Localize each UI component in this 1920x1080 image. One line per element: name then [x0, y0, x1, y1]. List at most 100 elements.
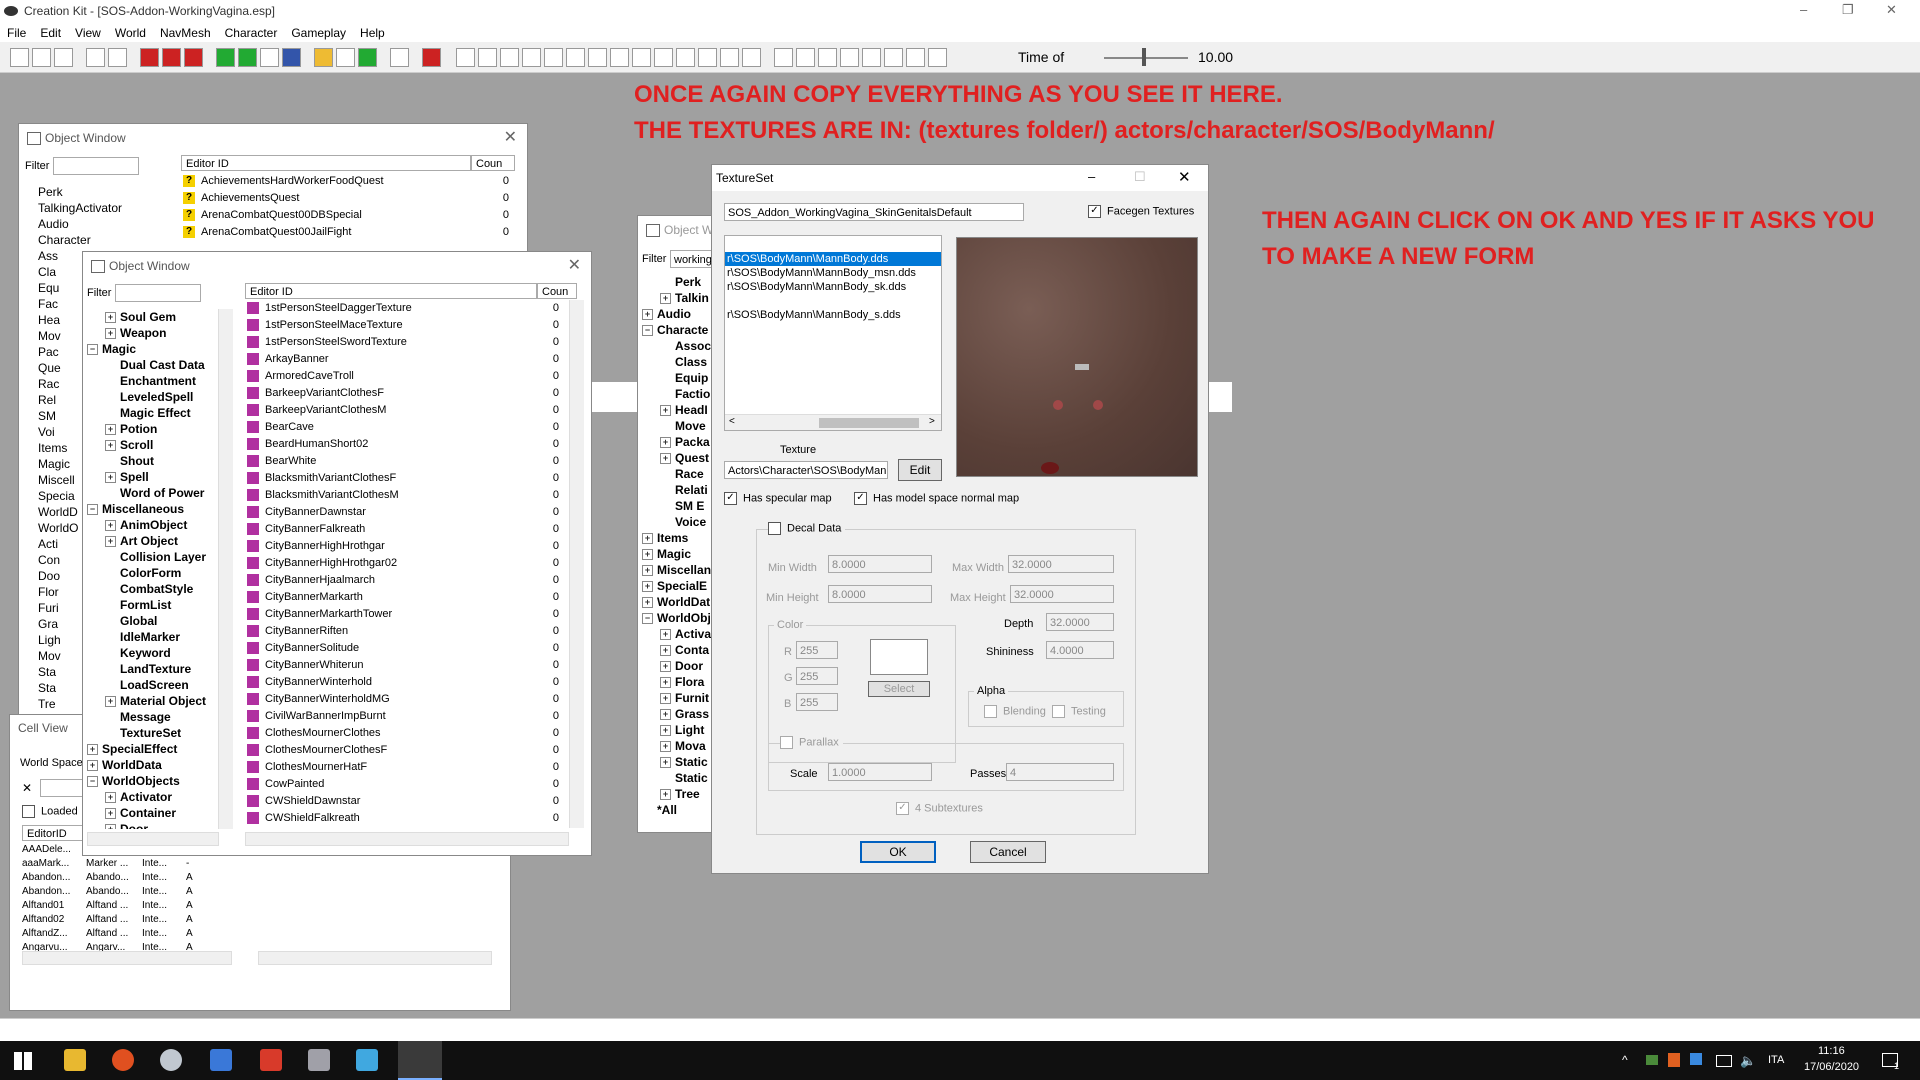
tool-icon-21[interactable]: [906, 48, 925, 67]
tree-item[interactable]: + SpecialEffect: [87, 741, 227, 757]
expand-icon[interactable]: +: [660, 709, 671, 721]
tool-icon-6[interactable]: [566, 48, 585, 67]
expand-icon[interactable]: +: [105, 424, 116, 436]
expand-icon[interactable]: +: [660, 453, 671, 465]
tree-item[interactable]: + Conta: [642, 642, 716, 658]
list-item[interactable]: BarkeepVariantClothesF 0: [245, 385, 565, 402]
tree-item[interactable]: + Light: [642, 722, 716, 738]
expand-icon[interactable]: +: [660, 693, 671, 705]
marker-icon[interactable]: [336, 48, 355, 67]
tree-item[interactable]: FormList: [87, 597, 227, 613]
tree-item[interactable]: Perk: [642, 274, 716, 290]
scale-input[interactable]: 1.0000: [828, 763, 932, 781]
table-row[interactable]: AlftandZ... Alftand ... Inte... A: [22, 927, 232, 941]
menu-world[interactable]: World: [108, 24, 153, 42]
tool-icon-5[interactable]: [544, 48, 563, 67]
passes-input[interactable]: 4: [1006, 763, 1114, 781]
speech-icon[interactable]: [390, 48, 409, 67]
expand-icon[interactable]: +: [105, 808, 116, 820]
tree-item[interactable]: + Static: [642, 754, 716, 770]
tree-item[interactable]: Enchantment: [87, 373, 227, 389]
list-item[interactable]: ? AchievementsQuest 0: [181, 190, 515, 207]
texture-list-hscroll[interactable]: < >: [725, 414, 941, 430]
texture-slot[interactable]: r\SOS\BodyMann\MannBody_msn.dds: [725, 266, 941, 280]
expand-icon[interactable]: +: [642, 549, 653, 561]
start-icon[interactable]: [14, 1052, 32, 1070]
collapse-icon[interactable]: −: [87, 504, 98, 516]
tree-item[interactable]: − Magic: [87, 341, 227, 357]
editor-id-input[interactable]: SOS_Addon_WorkingVagina_SkinGenitalsDefa…: [724, 203, 1024, 221]
list-item[interactable]: 1stPersonSteelMaceTexture 0: [245, 317, 565, 334]
scroll-left-icon[interactable]: <: [729, 416, 735, 427]
tree-item[interactable]: Shout: [87, 453, 227, 469]
list-item[interactable]: BlacksmithVariantClothesM 0: [245, 487, 565, 504]
list-item[interactable]: ArmoredCaveTroll 0: [245, 368, 565, 385]
tree-item[interactable]: + Soul Gem: [87, 309, 227, 325]
tree-item[interactable]: Relati: [642, 482, 716, 498]
list-item[interactable]: ? AchievementsHardWorkerFoodQuest 0: [181, 173, 515, 190]
maximize-button[interactable]: ☐: [1134, 169, 1146, 185]
column-count[interactable]: Coun: [537, 283, 577, 299]
list-item[interactable]: CityBannerWinterholdMG 0: [245, 691, 565, 708]
menu-gameplay[interactable]: Gameplay: [284, 24, 353, 42]
tree-item[interactable]: + Magic: [642, 546, 716, 562]
loaded-checkbox[interactable]: Loaded: [22, 805, 78, 818]
max-width-input[interactable]: 32.0000: [1008, 555, 1114, 573]
texture-slot[interactable]: r\SOS\BodyMann\MannBody_s.dds: [725, 308, 941, 322]
texture-slot[interactable]: r\SOS\BodyMann\MannBody_sk.dds: [725, 280, 941, 294]
list-item[interactable]: CityBannerMarkarth 0: [245, 589, 565, 606]
tool-icon-19[interactable]: [862, 48, 881, 67]
list-item[interactable]: BarkeepVariantClothesM 0: [245, 402, 565, 419]
tray-icon-3[interactable]: [1690, 1053, 1702, 1065]
list-hscroll[interactable]: [245, 832, 569, 846]
tree-item[interactable]: Dual Cast Data: [87, 357, 227, 373]
r-spinner[interactable]: 255: [796, 641, 838, 659]
g-spinner[interactable]: 255: [796, 667, 838, 685]
list-vscroll[interactable]: [569, 300, 584, 828]
tree-item[interactable]: Keyword: [87, 645, 227, 661]
tree-item[interactable]: + SpecialE: [642, 578, 716, 594]
expand-icon[interactable]: +: [660, 741, 671, 753]
blending-checkbox[interactable]: Blending: [984, 705, 1046, 718]
tool-icon-22[interactable]: [928, 48, 947, 67]
list-item[interactable]: ClothesMournerClothesF 0: [245, 742, 565, 759]
tree-item[interactable]: Equip: [642, 370, 716, 386]
expand-icon[interactable]: +: [660, 757, 671, 769]
list-item[interactable]: ? ArenaCombatQuest00JailFight 0: [181, 224, 515, 241]
column-count[interactable]: Coun: [471, 155, 515, 171]
tree-item[interactable]: − Characte: [642, 322, 716, 338]
tree-item[interactable]: Global: [87, 613, 227, 629]
navmesh-icon[interactable]: [184, 48, 203, 67]
landscape-icon[interactable]: [238, 48, 257, 67]
cancel-button[interactable]: Cancel: [970, 841, 1046, 863]
cell-objects-hscroll[interactable]: [258, 951, 492, 965]
tool-icon-4[interactable]: [522, 48, 541, 67]
expand-icon[interactable]: +: [105, 328, 116, 340]
tree-item[interactable]: Message: [87, 709, 227, 725]
tool-icon-18[interactable]: [840, 48, 859, 67]
tree-item[interactable]: − WorldObj: [642, 610, 716, 626]
expand-icon[interactable]: +: [642, 581, 653, 593]
firefox-icon[interactable]: [112, 1049, 134, 1071]
clear-icon[interactable]: ✕: [22, 781, 32, 795]
expand-icon[interactable]: +: [660, 661, 671, 673]
tree-item[interactable]: Static: [642, 770, 716, 786]
expand-icon[interactable]: +: [105, 792, 116, 804]
list-item[interactable]: CityBannerSolitude 0: [245, 640, 565, 657]
table-row[interactable]: Abandon... Abando... Inte... A: [22, 871, 232, 885]
snap-icon[interactable]: [282, 48, 301, 67]
tree-item[interactable]: Character: [23, 232, 173, 248]
tree-item[interactable]: + Furnit: [642, 690, 716, 706]
expand-icon[interactable]: +: [660, 437, 671, 449]
tool-icon-13[interactable]: [720, 48, 739, 67]
testing-checkbox[interactable]: Testing: [1052, 705, 1106, 718]
tree-item[interactable]: Magic Effect: [87, 405, 227, 421]
tree-item[interactable]: + Miscellan: [642, 562, 716, 578]
tray-chevron-icon[interactable]: ^: [1622, 1053, 1628, 1067]
list-item[interactable]: BearCave 0: [245, 419, 565, 436]
expand-icon[interactable]: +: [660, 405, 671, 417]
creation-kit-task[interactable]: [398, 1041, 442, 1080]
clock-time[interactable]: 11:16: [1818, 1045, 1845, 1057]
close-icon[interactable]: ✕: [504, 124, 517, 152]
app-icon-red[interactable]: [260, 1049, 282, 1071]
